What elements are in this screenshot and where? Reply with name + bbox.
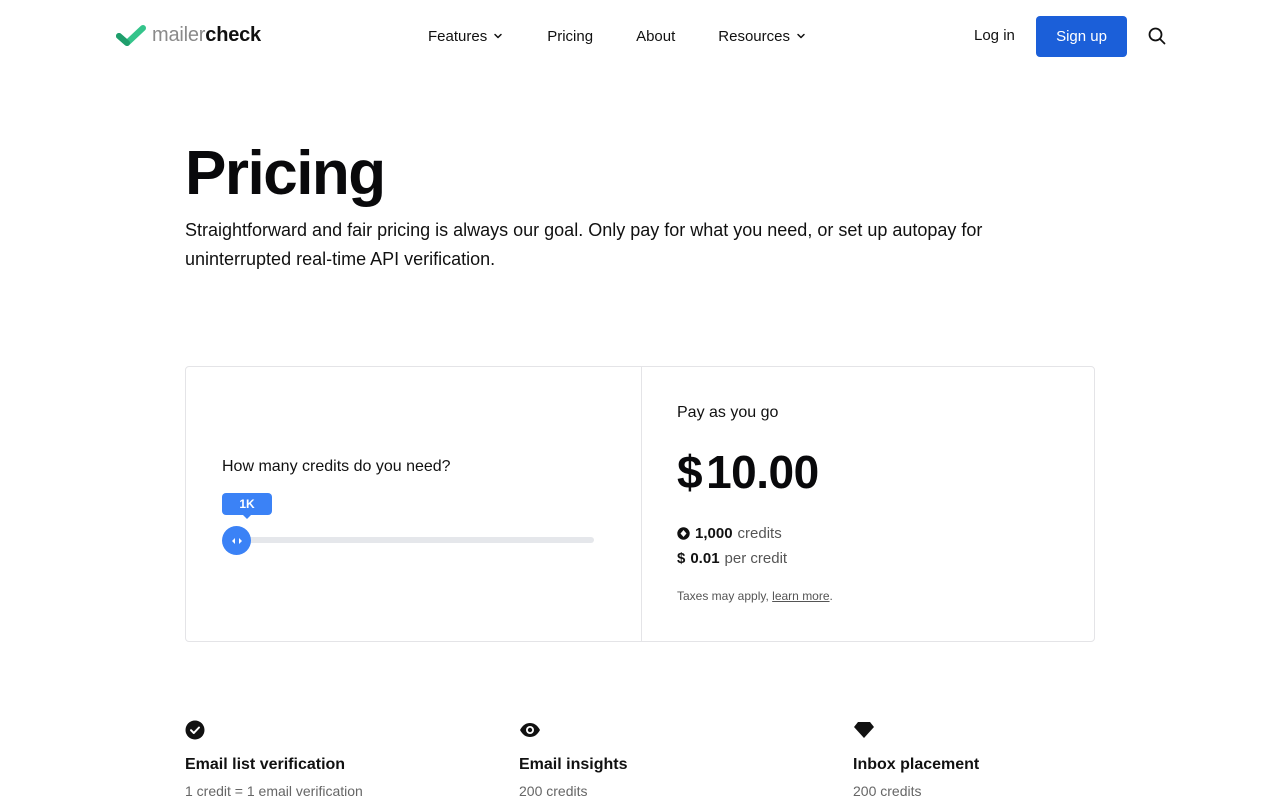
nav-about-label: About bbox=[636, 27, 676, 45]
per-credit-currency: $ bbox=[677, 550, 686, 567]
credits-label: credits bbox=[737, 525, 782, 542]
tax-note: Taxes may apply, learn more. bbox=[677, 589, 833, 603]
feature-email-insights: Email insights 200 credits bbox=[519, 720, 819, 799]
nav-resources[interactable]: Resources bbox=[718, 26, 806, 46]
logo-wordmark: mailercheck bbox=[152, 24, 261, 47]
search-icon[interactable] bbox=[1148, 27, 1166, 50]
chevron-down-icon bbox=[796, 31, 806, 41]
nav-pricing-label: Pricing bbox=[547, 27, 594, 45]
credits-count: 1,000 credits bbox=[677, 525, 782, 542]
price-amount: 10.00 bbox=[706, 446, 819, 498]
nav-features-label: Features bbox=[428, 27, 488, 45]
feature-email-list-verification: Email list verification 1 credit = 1 ema… bbox=[185, 720, 485, 799]
tax-note-text: Taxes may apply, bbox=[677, 589, 769, 603]
per-credit-price: $ 0.01 per credit bbox=[677, 550, 787, 567]
pricing-calculator-card: How many credits do you need? 1K Pay as … bbox=[185, 366, 1095, 642]
credit-coin-icon bbox=[677, 527, 690, 540]
mailercheck-logo[interactable]: mailercheck bbox=[116, 24, 261, 47]
diamond-icon bbox=[853, 720, 1153, 740]
feature-title: Email insights bbox=[519, 756, 628, 773]
plan-label: Pay as you go bbox=[677, 404, 779, 421]
slider-value-tooltip: 1K bbox=[222, 493, 272, 519]
eye-icon bbox=[519, 720, 819, 740]
nav-pricing[interactable]: Pricing bbox=[547, 26, 593, 46]
nav-about[interactable]: About bbox=[636, 26, 675, 46]
nav-resources-label: Resources bbox=[718, 27, 790, 45]
signup-button[interactable]: Sign up bbox=[1036, 16, 1127, 57]
credits-slider[interactable]: 1K bbox=[222, 493, 595, 555]
card-divider bbox=[641, 367, 642, 641]
drag-arrows-icon bbox=[231, 537, 242, 544]
slider-handle[interactable] bbox=[222, 526, 251, 555]
top-nav: mailercheck Features Pricing About Resou… bbox=[0, 0, 1280, 72]
per-credit-label: per credit bbox=[724, 550, 788, 567]
tax-note-period: . bbox=[829, 589, 833, 603]
slider-track[interactable] bbox=[234, 537, 594, 543]
logo-wordmark-light: mailer bbox=[152, 24, 206, 46]
feature-inbox-placement: Inbox placement 200 credits bbox=[853, 720, 1153, 799]
main-menu: Features Pricing About Resources bbox=[428, 26, 806, 46]
price-currency: $ bbox=[677, 446, 703, 498]
credits-question: How many credits do you need? bbox=[222, 458, 451, 475]
price-total: $ 10.00 bbox=[677, 445, 819, 499]
logo-wordmark-dark: check bbox=[205, 24, 261, 46]
check-logo-icon bbox=[116, 24, 146, 46]
page-title: Pricing bbox=[185, 139, 386, 208]
feature-title: Email list verification bbox=[185, 756, 346, 773]
feature-description: 200 credits bbox=[853, 783, 922, 799]
credits-value: 1,000 bbox=[695, 525, 733, 542]
nav-features[interactable]: Features bbox=[428, 26, 503, 46]
per-credit-value: 0.01 bbox=[690, 550, 720, 567]
chevron-down-icon bbox=[493, 31, 503, 41]
feature-description: 1 credit = 1 email verification bbox=[185, 783, 363, 799]
login-link[interactable]: Log in bbox=[974, 27, 1015, 44]
feature-description: 200 credits bbox=[519, 783, 588, 799]
page-subtitle: Straightforward and fair pricing is alwa… bbox=[185, 220, 983, 269]
check-circle-icon bbox=[185, 720, 485, 740]
feature-title: Inbox placement bbox=[853, 756, 980, 773]
learn-more-link[interactable]: learn more bbox=[772, 589, 829, 603]
